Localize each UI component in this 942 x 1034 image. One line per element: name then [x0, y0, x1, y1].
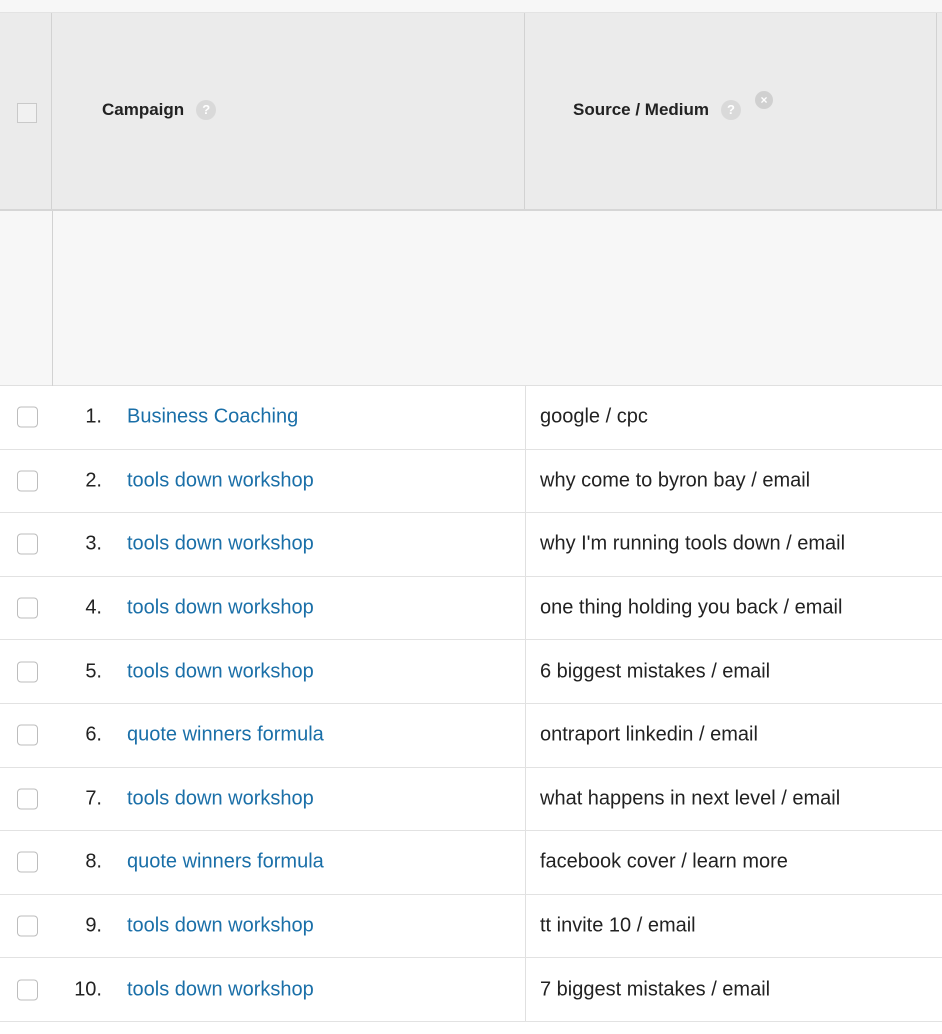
select-all-checkbox[interactable]	[17, 103, 37, 123]
row-number: 8.	[85, 850, 102, 873]
source-medium-value: ontraport linkedin / email	[540, 723, 758, 746]
campaign-link[interactable]: tools down workshop	[127, 469, 314, 492]
row-checkbox[interactable]	[17, 661, 38, 683]
source-medium-value: one thing holding you back / email	[540, 596, 843, 619]
column-divider	[525, 449, 526, 513]
row-checkbox[interactable]	[17, 470, 38, 492]
campaign-link[interactable]: tools down workshop	[127, 915, 314, 938]
source-medium-value: google / cpc	[540, 405, 648, 428]
report-table: Campaign ? Source / Medium ? × 1. Busines…	[0, 0, 942, 1034]
table-row: 2. tools down workshop why come to byron b…	[0, 449, 942, 514]
source-medium-header-title[interactable]: Source / Medium ? ×	[573, 91, 774, 120]
table-row: 3. tools down workshop why I'm running too…	[0, 513, 942, 577]
table-body: 1. Business Coaching google / cpc 2. tools d…	[0, 386, 942, 1022]
summary-column-divider	[52, 211, 53, 386]
campaign-link[interactable]: tools down workshop	[127, 533, 314, 556]
source-medium-help-icon[interactable]: ?	[721, 100, 742, 120]
campaign-column-header[interactable]: Campaign ?	[52, 13, 525, 209]
source-medium-value: 7 biggest mistakes / email	[540, 978, 771, 1001]
row-number: 2.	[85, 469, 102, 492]
row-number: 7.	[85, 787, 102, 810]
row-number: 5.	[85, 660, 102, 683]
row-checkbox[interactable]	[17, 915, 38, 937]
campaign-link[interactable]: quote winners formula	[127, 851, 324, 874]
campaign-header-title[interactable]: Campaign ?	[102, 100, 217, 120]
source-medium-value: why come to byron bay / email	[540, 469, 811, 492]
table-row: 9. tools down workshop tt invite 10 / emai…	[0, 894, 942, 959]
campaign-header-label: Campaign	[102, 100, 185, 119]
table-row: 10. tools down workshop 7 biggest mistakes…	[0, 958, 942, 1022]
campaign-link[interactable]: quote winners formula	[127, 724, 324, 747]
column-divider	[525, 703, 526, 767]
row-checkbox[interactable]	[17, 788, 38, 810]
source-medium-header-label: Source / Medium	[573, 100, 710, 119]
header-checkbox-column	[0, 13, 52, 209]
row-number: 3.	[85, 532, 102, 555]
source-medium-value: 6 biggest mistakes / email	[540, 660, 771, 683]
row-checkbox[interactable]	[17, 533, 38, 555]
row-checkbox[interactable]	[17, 724, 38, 746]
table-top-strip	[0, 0, 942, 13]
table-row: 8. quote winners formula facebook cover / …	[0, 831, 942, 895]
source-medium-value: tt invite 10 / email	[540, 914, 696, 937]
summary-row	[0, 211, 942, 386]
column-divider	[525, 894, 526, 958]
campaign-link[interactable]: Business Coaching	[127, 406, 298, 429]
column-divider	[525, 831, 526, 894]
row-number: 6.	[85, 723, 102, 746]
source-medium-value: what happens in next level / email	[540, 787, 841, 810]
row-checkbox[interactable]	[17, 979, 38, 1001]
table-row: 7. tools down workshop what happens in nex…	[0, 767, 942, 832]
campaign-link[interactable]: tools down workshop	[127, 978, 314, 1001]
column-divider	[525, 513, 526, 576]
campaign-link[interactable]: tools down workshop	[127, 787, 314, 810]
row-checkbox[interactable]	[17, 597, 38, 619]
column-divider	[525, 767, 526, 831]
remove-dimension-icon[interactable]: ×	[755, 91, 774, 109]
row-number: 1.	[85, 405, 102, 428]
source-medium-value: facebook cover / learn more	[540, 850, 788, 873]
row-number: 4.	[85, 596, 102, 619]
table-row: 6. quote winners formula ontraport linkedi…	[0, 703, 942, 768]
table-row: 5. tools down workshop 6 biggest mistakes …	[0, 640, 942, 704]
column-divider	[525, 576, 526, 640]
column-divider	[525, 958, 526, 1021]
row-number: 10.	[74, 978, 102, 1001]
source-medium-value: why I'm running tools down / email	[540, 532, 846, 555]
table-row: 4. tools down workshop one thing holding y…	[0, 576, 942, 641]
row-checkbox[interactable]	[17, 851, 38, 873]
campaign-link[interactable]: tools down workshop	[127, 597, 314, 620]
column-divider	[525, 640, 526, 703]
row-checkbox[interactable]	[17, 406, 38, 428]
row-number: 9.	[85, 914, 102, 937]
campaign-help-icon[interactable]: ?	[196, 100, 217, 120]
table-header: Campaign ? Source / Medium ? ×	[0, 13, 942, 211]
source-medium-column-header[interactable]: Source / Medium ? ×	[525, 13, 937, 209]
table-row: 1. Business Coaching google / cpc	[0, 386, 942, 450]
campaign-link[interactable]: tools down workshop	[127, 660, 314, 683]
column-divider	[525, 386, 526, 449]
